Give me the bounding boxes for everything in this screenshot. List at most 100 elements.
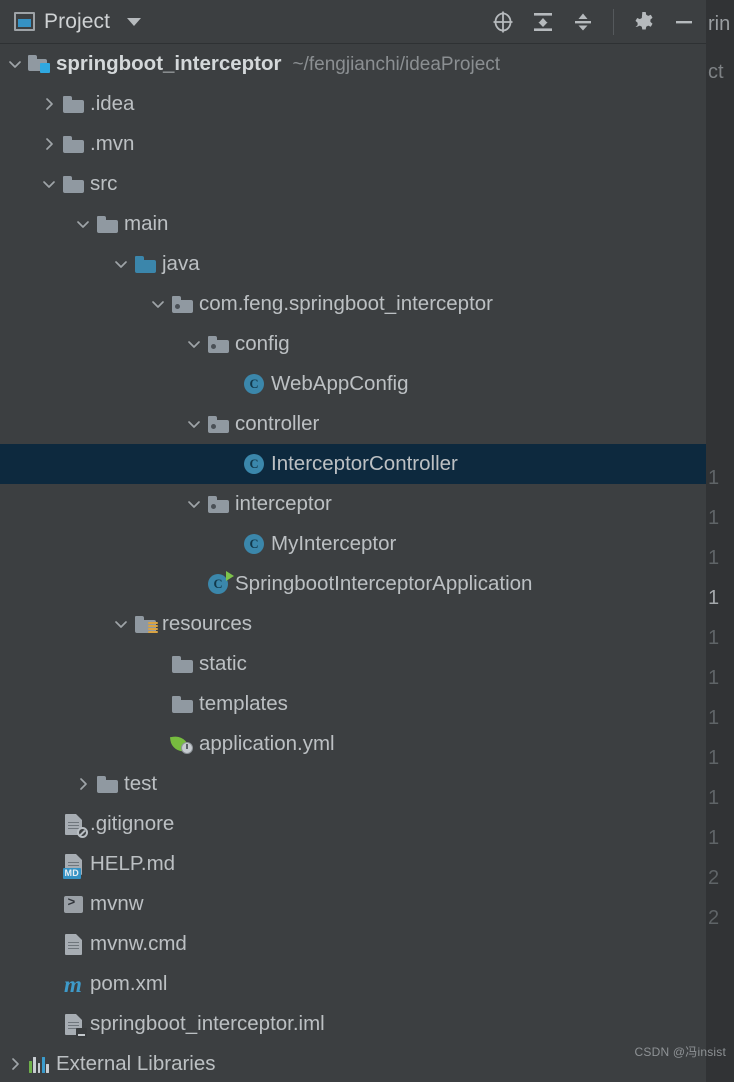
tree-item-label: mvnw.cmd	[86, 934, 187, 955]
spring-yaml-icon	[169, 724, 195, 764]
tree-item-templates[interactable]: templates	[0, 684, 706, 724]
tree-item-pom-xml[interactable]: mpom.xml	[0, 964, 706, 1004]
tree-item-package-root[interactable]: com.feng.springboot_interceptor	[0, 284, 706, 324]
tree-item-label: .mvn	[86, 134, 134, 155]
tree-arrow-placeholder	[38, 804, 60, 844]
project-toolbar: Project	[0, 0, 706, 44]
java-class-icon: C	[241, 524, 267, 564]
tree-item-main[interactable]: main	[0, 204, 706, 244]
tree-item-mvnw-cmd[interactable]: mvnw.cmd	[0, 924, 706, 964]
editor-line-number: 1	[708, 588, 732, 608]
tree-item-mvnw[interactable]: mvnw	[0, 884, 706, 924]
settings-gear-icon[interactable]	[632, 10, 656, 34]
chevron-right-icon[interactable]	[38, 124, 60, 164]
gitignore-file-icon	[60, 804, 86, 844]
chevron-right-icon[interactable]	[38, 84, 60, 124]
folder-icon	[94, 204, 120, 244]
tree-arrow-placeholder	[38, 1004, 60, 1044]
chevron-down-icon[interactable]	[4, 44, 26, 84]
tree-item-label: main	[120, 214, 168, 235]
package-icon	[205, 324, 231, 364]
project-toolbar-title: Project	[44, 10, 110, 34]
tree-item-springbootinterceptorapplication[interactable]: CSpringbootInterceptorApplication	[0, 564, 706, 604]
tree-item-label: java	[158, 254, 200, 275]
chevron-right-icon[interactable]	[4, 1044, 26, 1082]
tree-item-resources[interactable]: resources	[0, 604, 706, 644]
tree-item-label: .idea	[86, 94, 134, 115]
tree-item-application-yml[interactable]: application.yml	[0, 724, 706, 764]
shell-script-icon	[60, 884, 86, 924]
tree-item-label: HELP.md	[86, 854, 175, 875]
tree-item-label: application.yml	[195, 734, 335, 755]
editor-line-number: 1	[708, 508, 732, 528]
chevron-right-icon[interactable]	[72, 764, 94, 804]
tree-arrow-placeholder	[38, 884, 60, 924]
project-tree[interactable]: springboot_interceptor~/fengjianchi/idea…	[0, 44, 706, 1082]
text-file-icon	[60, 924, 86, 964]
tree-item-java[interactable]: java	[0, 244, 706, 284]
editor-line-number: 1	[708, 668, 732, 688]
chevron-down-icon[interactable]	[110, 244, 132, 284]
tree-item-interceptor[interactable]: interceptor	[0, 484, 706, 524]
tree-item-interceptorcontroller[interactable]: CInterceptorController	[0, 444, 706, 484]
tree-item-label: SpringbootInterceptorApplication	[231, 574, 532, 595]
tree-item-label: pom.xml	[86, 974, 167, 995]
editor-tab-label-partial: rin	[708, 14, 732, 34]
tree-item-static[interactable]: static	[0, 644, 706, 684]
tree-item-label: com.feng.springboot_interceptor	[195, 294, 493, 315]
chevron-down-icon[interactable]	[72, 204, 94, 244]
chevron-down-icon[interactable]	[147, 284, 169, 324]
chevron-down-icon[interactable]	[110, 604, 132, 644]
tree-arrow-placeholder	[147, 724, 169, 764]
tree-item-external-libraries[interactable]: External Libraries	[0, 1044, 706, 1082]
external-libraries-icon	[26, 1044, 52, 1082]
folder-icon	[60, 84, 86, 124]
chevron-down-icon[interactable]	[127, 18, 141, 26]
editor-line-number: 1	[708, 748, 732, 768]
tree-item-gitignore[interactable]: .gitignore	[0, 804, 706, 844]
tree-item-label: springboot_interceptor.iml	[86, 1014, 325, 1035]
tree-item-config[interactable]: config	[0, 324, 706, 364]
tree-item-controller[interactable]: controller	[0, 404, 706, 444]
editor-line-number: 1	[708, 548, 732, 568]
tree-item-label: templates	[195, 694, 288, 715]
tree-arrow-placeholder	[38, 844, 60, 884]
chevron-down-icon[interactable]	[183, 324, 205, 364]
project-toolbar-title-group[interactable]: Project	[14, 10, 491, 34]
tree-arrow-placeholder	[147, 684, 169, 724]
folder-icon	[94, 764, 120, 804]
chevron-down-icon[interactable]	[38, 164, 60, 204]
tree-item-springboot-interceptor[interactable]: springboot_interceptor~/fengjianchi/idea…	[0, 44, 706, 84]
tree-arrow-placeholder	[38, 964, 60, 1004]
java-class-icon: C	[241, 364, 267, 404]
tree-item-src[interactable]: src	[0, 164, 706, 204]
hide-icon[interactable]	[672, 10, 696, 34]
tree-item-label: mvnw	[86, 894, 144, 915]
tree-item-idea[interactable]: .idea	[0, 84, 706, 124]
tree-item-test[interactable]: test	[0, 764, 706, 804]
watermark: CSDN @冯insist	[635, 1043, 726, 1060]
tree-item-label: springboot_interceptor	[52, 54, 282, 75]
editor-line-number: 1	[708, 468, 732, 488]
project-toolbar-actions	[491, 9, 700, 35]
java-class-runnable-icon: C	[205, 564, 231, 604]
tree-item-iml[interactable]: springboot_interceptor.iml	[0, 1004, 706, 1044]
chevron-down-icon[interactable]	[183, 404, 205, 444]
tree-item-webappconfig[interactable]: CWebAppConfig	[0, 364, 706, 404]
tree-item-help-md[interactable]: MDHELP.md	[0, 844, 706, 884]
chevron-down-icon[interactable]	[183, 484, 205, 524]
folder-icon	[60, 124, 86, 164]
select-opened-file-icon[interactable]	[491, 10, 515, 34]
tree-item-myinterceptor[interactable]: CMyInterceptor	[0, 524, 706, 564]
resources-folder-icon	[132, 604, 158, 644]
expand-all-icon[interactable]	[531, 10, 555, 34]
tree-item-mvn[interactable]: .mvn	[0, 124, 706, 164]
editor-gutter: rinct111111111122	[706, 0, 734, 1082]
idea-window: Project	[0, 0, 734, 1082]
collapse-all-icon[interactable]	[571, 10, 595, 34]
iml-file-icon	[60, 1004, 86, 1044]
tree-item-label: controller	[231, 414, 319, 435]
editor-breadcrumb-partial: ct	[708, 62, 732, 82]
toolbar-divider	[613, 9, 614, 35]
java-class-icon: C	[241, 444, 267, 484]
